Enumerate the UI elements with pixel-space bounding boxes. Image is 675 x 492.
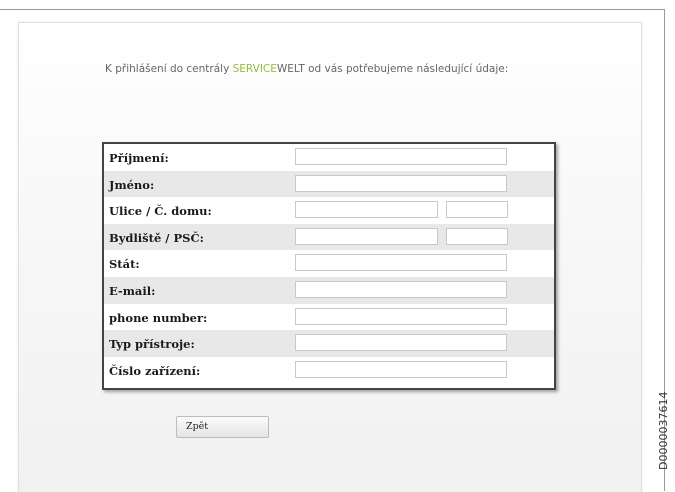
device-number-label: Číslo zařízení: [109, 363, 201, 378]
device-number-input[interactable] [295, 360, 507, 378]
city-label: Bydliště / PSČ: [109, 230, 204, 245]
city-input[interactable] [295, 227, 438, 245]
intro-suffix: od vás potřebujeme následující údaje: [304, 63, 509, 75]
phone-input[interactable] [295, 307, 507, 325]
device-type-input[interactable] [295, 334, 507, 352]
form-row-email: E-mail: [104, 276, 554, 304]
phone-label: phone number: [109, 310, 208, 325]
form-row-city: Bydliště / PSČ: [104, 223, 554, 251]
email-input[interactable] [295, 280, 507, 298]
country-input[interactable] [295, 254, 507, 272]
registration-form: Příjmení: Jméno: Ulice / Č. domu: Bydliš… [102, 142, 556, 390]
form-row-country: Stát: [104, 250, 554, 277]
email-label: E-mail: [109, 283, 156, 298]
form-row-street: Ulice / Č. domu: [104, 197, 554, 224]
country-label: Stát: [109, 257, 140, 272]
intro-text: K přihlášení do centrály SERVICEWELT od … [105, 63, 565, 75]
first-name-label: Jméno: [109, 177, 155, 192]
brand-service: SERVICE [232, 63, 277, 75]
street-label: Ulice / Č. domu: [109, 204, 212, 219]
surname-input[interactable] [295, 148, 507, 165]
form-row-device-number: Číslo zařízení: [104, 357, 554, 384]
first-name-input[interactable] [295, 174, 507, 192]
form-row-first-name: Jméno: [104, 170, 554, 198]
brand-welt: WELT [276, 63, 305, 75]
surname-label: Příjmení: [109, 151, 169, 165]
frame-top-line [0, 9, 665, 10]
intro-prefix: K přihlášení do centrály [105, 63, 233, 75]
document-code: D0000037614 [657, 391, 670, 470]
form-row-surname: Příjmení: [104, 144, 554, 171]
postal-code-input[interactable] [446, 227, 508, 245]
form-row-phone: phone number: [104, 304, 554, 331]
back-button[interactable]: Zpět [176, 416, 269, 438]
house-number-input[interactable] [446, 201, 508, 219]
device-type-label: Typ přístroje: [109, 337, 195, 352]
street-input[interactable] [295, 201, 438, 219]
form-row-device-type: Typ přístroje: [104, 330, 554, 357]
